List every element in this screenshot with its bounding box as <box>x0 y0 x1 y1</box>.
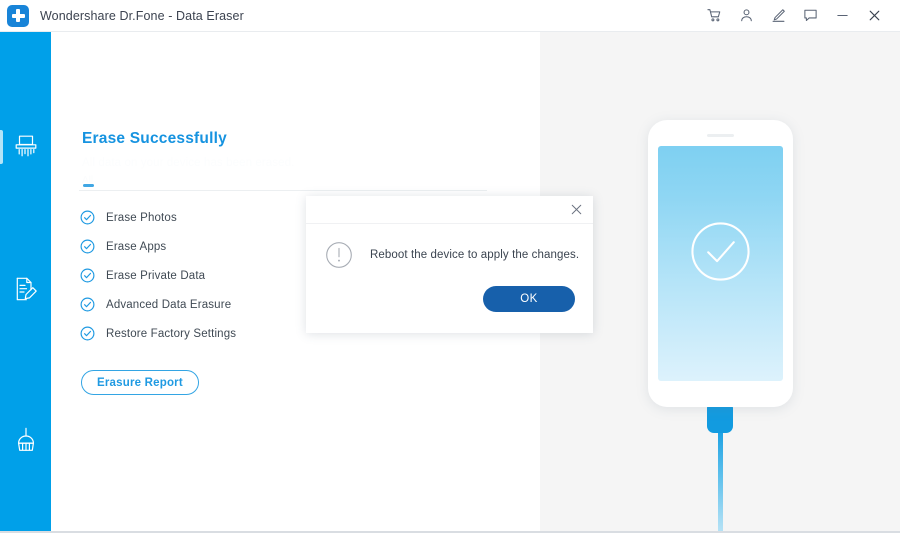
dialog-close-icon[interactable] <box>566 199 587 220</box>
list-item-label: Restore Factory Settings <box>106 327 237 340</box>
illustration-panel <box>540 32 900 531</box>
check-circle-icon <box>80 326 95 341</box>
window-title: Wondershare Dr.Fone - Data Eraser <box>40 8 244 23</box>
sidebar-item-erase-private-data[interactable] <box>0 262 51 316</box>
check-circle-icon <box>80 297 95 312</box>
usb-cable-connector <box>707 404 733 433</box>
check-circle-icon <box>691 222 750 281</box>
collapse-indicator[interactable] <box>83 184 94 187</box>
account-icon[interactable] <box>730 0 762 32</box>
cart-icon[interactable] <box>698 0 730 32</box>
minimize-icon[interactable] <box>826 0 858 32</box>
pen-icon[interactable] <box>762 0 794 32</box>
sidebar-item-erase-all-data[interactable] <box>0 120 51 174</box>
reboot-dialog: Reboot the device to apply the changes. … <box>306 196 593 333</box>
ok-button[interactable]: OK <box>483 286 575 312</box>
list-item-label: Erase Apps <box>106 240 167 253</box>
dialog-body: Reboot the device to apply the changes. <box>306 224 593 285</box>
dialog-header <box>306 196 593 224</box>
page-subtitle: All data on your device has been erased. <box>82 157 295 169</box>
list-item-label: Erase Photos <box>106 211 177 224</box>
title-bar: Wondershare Dr.Fone - Data Eraser <box>0 0 900 32</box>
sidebar-item-erase-junk-files[interactable] <box>0 412 51 466</box>
titlebar-actions <box>698 0 900 32</box>
usb-cable-line <box>717 430 723 531</box>
phone-body <box>648 120 793 407</box>
list-item-label: Advanced Data Erasure <box>106 298 232 311</box>
broom-icon <box>17 427 34 451</box>
chat-icon[interactable] <box>794 0 826 32</box>
page-title: Erase Successfully <box>82 130 227 147</box>
dialog-footer: OK <box>306 285 593 332</box>
list-item-label: Erase Private Data <box>106 269 206 282</box>
shredder-icon <box>15 135 36 156</box>
erasure-report-button[interactable]: Erasure Report <box>81 370 199 395</box>
document-pen-icon <box>16 277 37 300</box>
phone-speaker <box>707 134 734 137</box>
check-circle-icon <box>80 268 95 283</box>
sidebar <box>0 32 51 533</box>
phone-illustration <box>648 120 793 531</box>
close-icon[interactable] <box>858 0 890 32</box>
content-divider <box>79 190 487 191</box>
dialog-message: Reboot the device to apply the changes. <box>370 248 580 261</box>
dr-fone-plus-logo-icon <box>7 4 29 27</box>
check-circle-icon <box>80 210 95 225</box>
phone-screen <box>658 146 783 381</box>
exclamation-circle-icon <box>326 241 352 268</box>
app-window: Wondershare Dr.Fone - Data Eraser Erase … <box>0 0 900 533</box>
check-circle-icon <box>80 239 95 254</box>
